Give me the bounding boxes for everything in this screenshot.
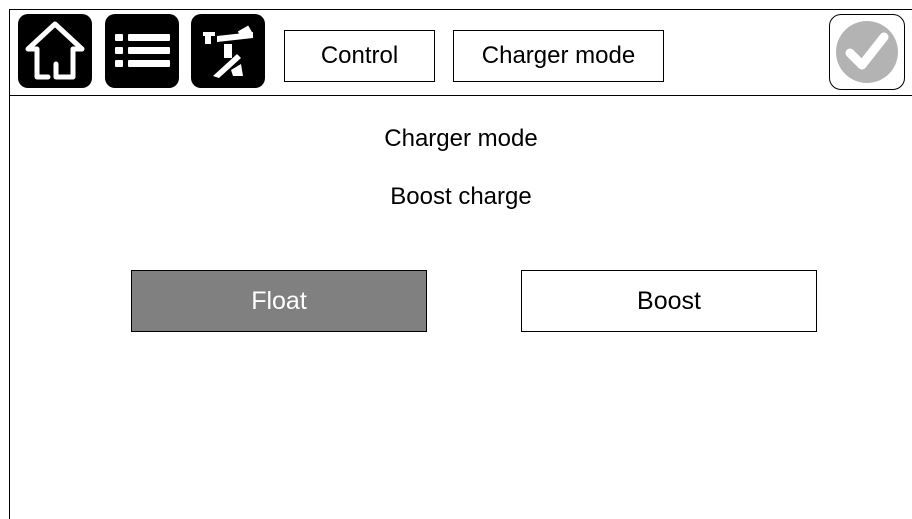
header-divider: [10, 95, 912, 96]
current-mode-value: Boost charge: [390, 183, 532, 210]
breadcrumb-control[interactable]: Control: [284, 30, 435, 82]
boost-button[interactable]: Boost: [521, 270, 817, 332]
boost-button-label: Boost: [637, 286, 701, 315]
tools-button[interactable]: [191, 14, 265, 88]
page-title: Charger mode: [384, 125, 538, 152]
tools-icon: [203, 25, 253, 78]
checkmark-icon: [836, 21, 898, 83]
menu-list-icon: [115, 34, 170, 67]
breadcrumb-charger-mode[interactable]: Charger mode: [453, 30, 664, 82]
breadcrumb-label: Control: [320, 42, 399, 69]
breadcrumb-label: Charger mode: [481, 42, 636, 69]
home-icon: [25, 21, 85, 80]
home-button[interactable]: [18, 14, 92, 88]
confirm-button[interactable]: [829, 14, 905, 90]
float-button[interactable]: Float: [131, 270, 427, 332]
float-button-label: Float: [251, 286, 307, 315]
menu-button[interactable]: [105, 14, 179, 88]
